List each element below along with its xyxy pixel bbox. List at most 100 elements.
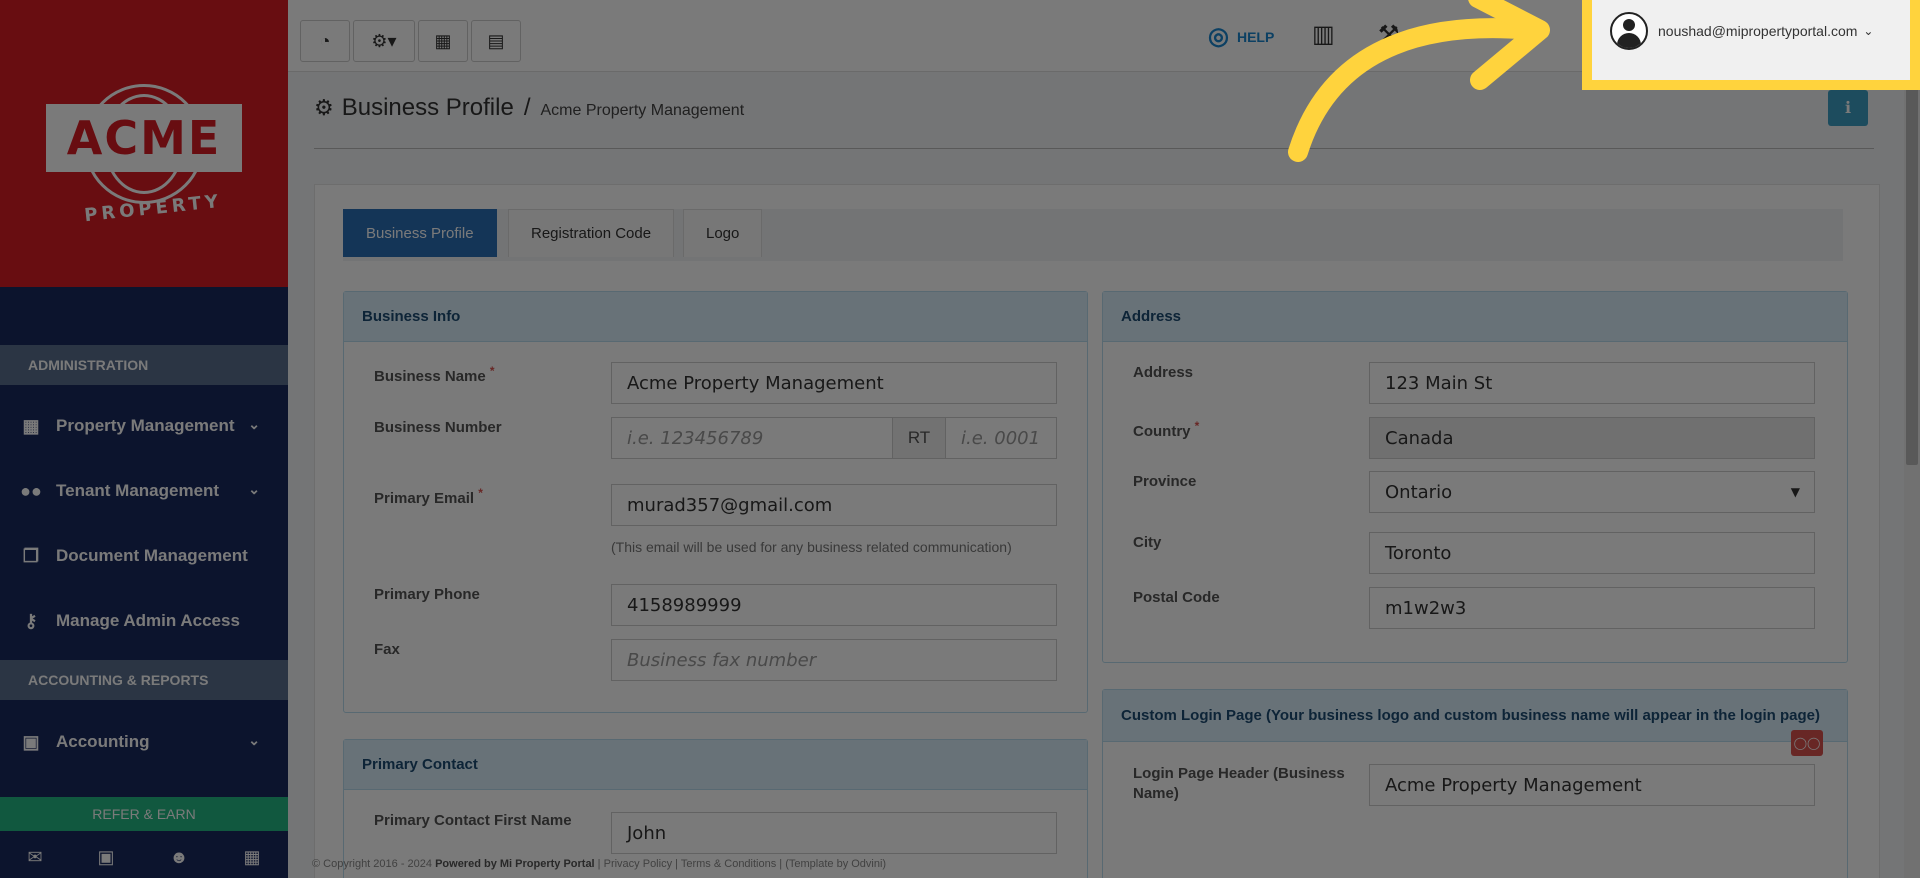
sidebar-item-label: Manage Admin Access: [56, 611, 240, 630]
tab-bar: Business Profile Registration Code Logo: [343, 209, 1843, 261]
fax-input[interactable]: Business fax number: [611, 639, 1057, 681]
primary-email-input[interactable]: murad357@gmail.com: [611, 484, 1057, 526]
primary-phone-label: Primary Phone: [374, 586, 480, 603]
first-name-label: Primary Contact First Name: [374, 812, 572, 829]
card-header: Address: [1103, 292, 1847, 342]
rt-addon: RT: [892, 417, 946, 459]
calendar-button[interactable]: ▦: [418, 20, 468, 62]
info-button[interactable]: ℹ: [1828, 90, 1868, 126]
sidebar-item-document-management[interactable]: ❐ Document Management: [0, 530, 288, 582]
user-menu-highlight[interactable]: noushad@mipropertyportal.com ⌄: [1582, 0, 1920, 90]
sidebar-item-manage-admin-access[interactable]: ⚷ Manage Admin Access: [0, 595, 288, 647]
business-name-label: Business Name *: [374, 364, 495, 385]
sidebar-item-label: Property Management: [56, 416, 235, 435]
chevron-down-icon: ⌄: [248, 732, 260, 748]
logo-text: ACME: [66, 111, 222, 165]
money-icon: ▣: [22, 731, 40, 752]
help-link[interactable]: ◎ HELP: [1208, 22, 1274, 51]
profile-panel: Business Profile Registration Code Logo …: [314, 184, 1880, 878]
main-content: ⚙ Business Profile / Acme Property Manag…: [288, 72, 1920, 878]
calculator-icon: ▤: [487, 30, 505, 51]
first-name-input[interactable]: John: [611, 812, 1057, 854]
custom-login-card: Custom Login Page (Your business logo an…: [1102, 689, 1848, 878]
gear-icon: ⚙▾: [371, 30, 397, 51]
footer-powered[interactable]: Powered by Mi Property Portal: [435, 858, 595, 870]
logo-area[interactable]: ACME PROPERTY: [0, 0, 288, 287]
primary-email-label: Primary Email *: [374, 486, 483, 507]
footer-copyright: © Copyright 2016 - 2024: [312, 858, 433, 870]
user-menu[interactable]: noushad@mipropertyportal.com ⌄: [1610, 0, 1910, 62]
info-icon: ℹ: [1844, 100, 1852, 117]
calculator-icon[interactable]: ▦: [243, 847, 260, 868]
page-scrollbar[interactable]: [1904, 0, 1920, 878]
sidebar: ACME PROPERTY ADMINISTRATION ▦ Property …: [0, 0, 288, 878]
logo: ACME: [46, 104, 242, 172]
business-number-label: Business Number: [374, 419, 502, 436]
more-icon[interactable]: ⋯: [1518, 20, 1542, 49]
section-accounting-reports: ACCOUNTING & REPORTS: [0, 660, 288, 700]
login-header-label: Login Page Header (Business Name): [1133, 765, 1345, 802]
city-label: City: [1133, 534, 1162, 551]
sidebar-item-label: Document Management: [56, 546, 248, 565]
tab-business-profile[interactable]: Business Profile: [343, 209, 497, 257]
address-label: Address: [1133, 364, 1194, 381]
card-header: Business Info: [344, 292, 1087, 342]
mail-icon[interactable]: ✉: [27, 847, 42, 868]
tab-logo[interactable]: Logo: [683, 209, 763, 257]
province-label: Province: [1133, 473, 1197, 490]
user-email: noushad@mipropertyportal.com: [1658, 23, 1858, 39]
sidebar-item-accounting[interactable]: ▣ Accounting ⌄: [0, 716, 288, 768]
tab-registration-code[interactable]: Registration Code: [508, 209, 675, 257]
settings-dropdown-button[interactable]: ⚙▾: [353, 20, 415, 62]
caret-down-icon: ▼: [1790, 485, 1800, 499]
page-subtitle: Acme Property Management: [540, 102, 745, 119]
page-title: ⚙ Business Profile / Acme Property Manag…: [314, 94, 744, 122]
globe-icon[interactable]: ○: [1438, 20, 1453, 48]
login-header-input[interactable]: Acme Property Management: [1369, 764, 1815, 806]
chevron-down-icon: ⌄: [248, 481, 260, 497]
key-icon: ⚷: [24, 610, 38, 631]
help-label: HELP: [1236, 28, 1275, 45]
province-select[interactable]: Ontario ▼: [1369, 471, 1815, 513]
fax-label: Fax: [374, 641, 400, 658]
breadcrumb-separator: /: [523, 94, 531, 121]
sidebar-item-property-management[interactable]: ▦ Property Management ⌄: [0, 400, 288, 452]
business-number-input[interactable]: i.e. 123456789: [611, 417, 893, 459]
calendar-icon: ▦: [434, 30, 452, 51]
rt-input[interactable]: i.e. 0001: [945, 417, 1057, 459]
wrench-icon[interactable]: ⚒: [1378, 20, 1400, 49]
address-card: Address Address 123 Main St Country * Ca…: [1102, 291, 1848, 663]
footer-template: (Template by Odvini): [785, 858, 887, 870]
sidebar-item-tenant-management[interactable]: ●● Tenant Management ⌄: [0, 465, 288, 517]
avatar: [1610, 12, 1648, 50]
primary-phone-input[interactable]: 4158989999: [611, 584, 1057, 626]
sidebar-bottom-icons: ✉ ▣ ☻ ▦: [0, 836, 288, 878]
user-icon[interactable]: ☻: [170, 847, 189, 868]
briefcase-icon[interactable]: ▣: [98, 847, 115, 868]
business-name-input[interactable]: Acme Property Management: [611, 362, 1057, 404]
chevron-down-icon: ⌄: [1863, 24, 1874, 38]
documents-icon: ❐: [22, 545, 40, 566]
toggle-icon[interactable]: ◯◯: [1791, 730, 1823, 756]
footer-terms-link[interactable]: Terms & Conditions: [681, 858, 776, 870]
address-input[interactable]: 123 Main St: [1369, 362, 1815, 404]
postal-code-input[interactable]: m1w2w3: [1369, 587, 1815, 629]
bar-chart-icon[interactable]: ▥: [1312, 20, 1335, 49]
business-info-card: Business Info Business Name * Acme Prope…: [343, 291, 1088, 713]
sidebar-item-label: Accounting: [56, 732, 150, 751]
city-input[interactable]: Toronto: [1369, 532, 1815, 574]
page-title-text: Business Profile: [341, 94, 514, 121]
dashboard-button[interactable]: ◔: [300, 20, 350, 62]
card-header: Custom Login Page (Your business logo an…: [1103, 690, 1847, 742]
dashboard-icon: ◔: [319, 30, 331, 51]
calculator-button[interactable]: ▤: [471, 20, 521, 62]
footer-privacy-link[interactable]: Privacy Policy: [604, 858, 672, 870]
sidebar-item-label: Tenant Management: [56, 481, 220, 500]
section-administration: ADMINISTRATION: [0, 345, 288, 385]
email-help-text: (This email will be used for any busines…: [611, 539, 1012, 555]
gear-icon: ⚙: [314, 95, 334, 120]
refer-earn-button[interactable]: REFER & EARN: [0, 797, 288, 831]
chevron-down-icon: ⌄: [248, 416, 260, 432]
postal-code-label: Postal Code: [1133, 589, 1220, 606]
country-label: Country *: [1133, 419, 1200, 440]
